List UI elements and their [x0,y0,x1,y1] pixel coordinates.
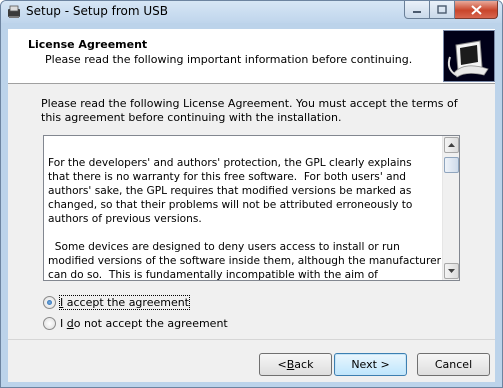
arrow-up-icon [448,143,455,147]
license-line: For the developers' and authors' protect… [48,157,412,169]
minimize-icon [413,10,421,13]
caption-buttons [404,1,498,19]
license-line: authors' sake, the GPL requires that mod… [48,185,412,197]
accept-radio[interactable] [43,295,56,309]
next-button[interactable]: Next > [334,353,407,376]
setup-window: Setup - Setup from USB License Agreement… [0,0,503,388]
wizard-header: License Agreement Please read the follow… [8,29,495,84]
accept-option[interactable]: I accept the agreement [43,294,190,310]
page-title: License Agreement [28,38,148,51]
arrow-down-icon [448,269,455,273]
close-icon [470,4,482,15]
page-subtitle: Please read the following important info… [45,53,413,66]
close-button[interactable] [455,1,498,19]
license-line: changed, so that their problems will not… [48,199,413,211]
scroll-down-button[interactable] [444,263,459,279]
maximize-icon [437,5,447,14]
license-line: that there is no warranty for this free … [48,171,407,183]
window-title: Setup - Setup from USB [26,4,169,18]
setup-computer-logo [443,30,495,82]
intro-text: Please read the following License Agreem… [41,97,458,124]
maximize-button[interactable] [430,1,455,19]
decline-option[interactable]: I do not accept the agreement [43,315,228,331]
decline-radio[interactable] [43,316,56,330]
license-line: Some devices are designed to deny users … [48,241,400,253]
title-bar[interactable]: Setup - Setup from USB [1,1,502,23]
scroll-thumb[interactable] [444,157,459,173]
license-line: modified versions of the software inside… [48,255,442,267]
scroll-up-button[interactable] [444,137,459,153]
back-button[interactable]: < Back [259,353,332,376]
minimize-button[interactable] [404,1,430,19]
accept-label[interactable]: I accept the agreement [59,294,190,310]
divider [8,339,495,340]
license-line: can do so. This is fundamentally incompa… [48,269,378,281]
license-scrollbar[interactable] [442,136,459,280]
license-line: authors of previous versions. [48,213,202,225]
decline-label[interactable]: I do not accept the agreement [60,317,228,330]
cancel-button[interactable]: Cancel [417,353,490,376]
wizard-page: License Agreement Please read the follow… [8,29,495,382]
license-line [48,226,441,240]
computer-icon [447,40,489,78]
installer-icon [8,5,20,18]
license-textbox[interactable]: For the developers' and authors' protect… [43,135,460,281]
license-text: For the developers' and authors' protect… [48,156,442,281]
